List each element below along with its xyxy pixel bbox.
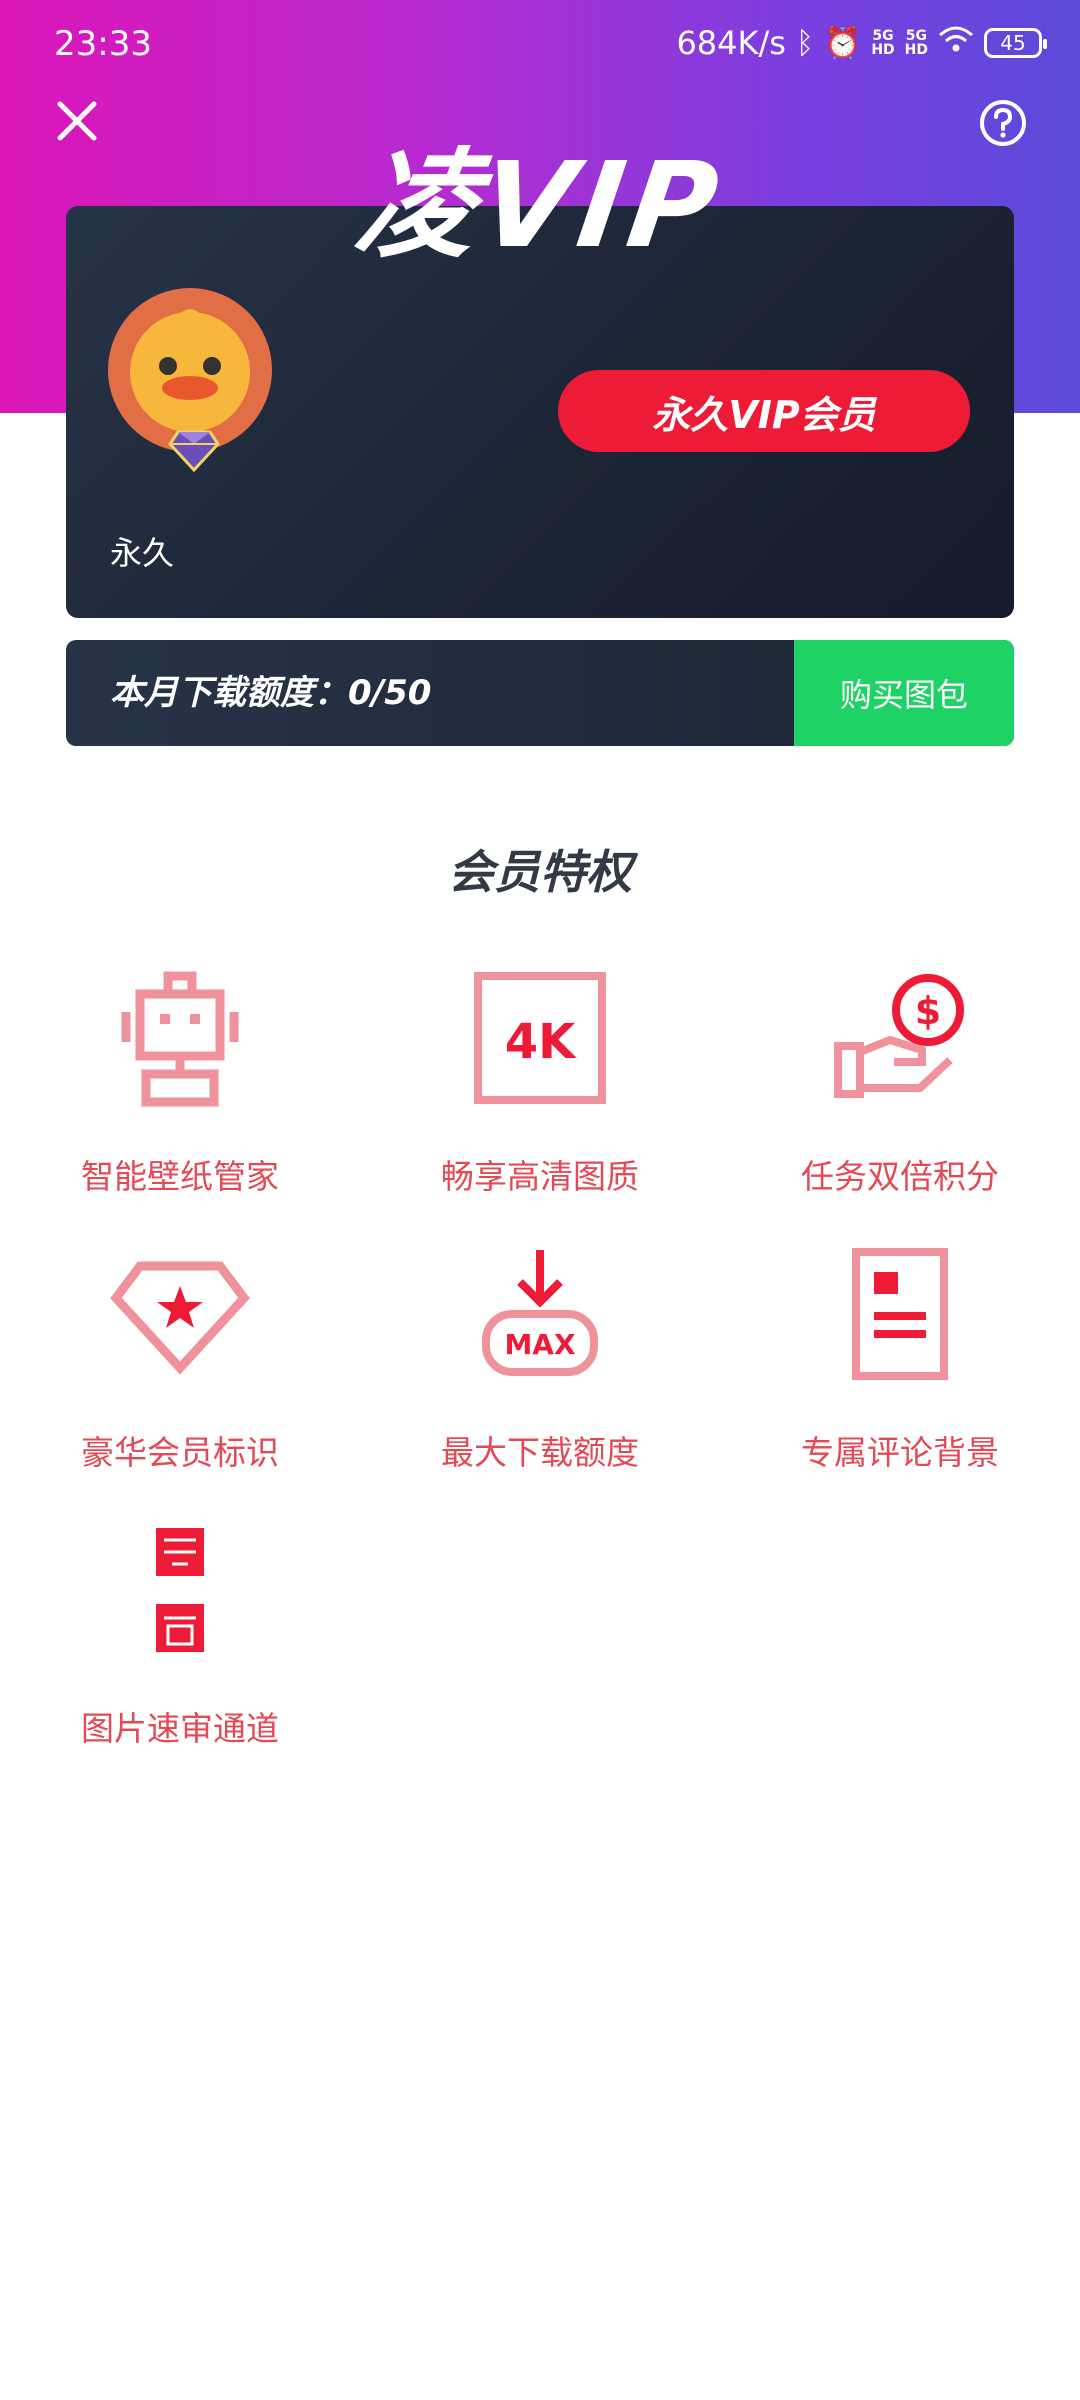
svg-text:4K: 4K: [505, 1014, 577, 1070]
network-speed: 684K/s: [676, 24, 786, 62]
max-download-icon: MAX: [482, 1250, 598, 1376]
comment-card-icon: [852, 1248, 948, 1380]
perk-double-points[interactable]: $ 任务双倍积分: [720, 970, 1080, 1220]
alarm-icon: ⏰: [823, 25, 862, 61]
close-button[interactable]: [52, 96, 102, 146]
perk-label: 最大下载额度: [441, 1433, 639, 1472]
perk-max-download[interactable]: MAX 最大下载额度: [360, 1246, 720, 1496]
diamond-star-icon: [110, 1261, 250, 1375]
perk-label: 图片速审通道: [81, 1709, 279, 1748]
bluetooth-icon: ᛒ: [795, 25, 814, 61]
robot-icon: [121, 971, 239, 1107]
signal-5g-icon-2: 5G HD: [904, 28, 928, 58]
membership-level: 永久: [110, 534, 175, 572]
4k-icon: 4K: [474, 972, 606, 1104]
vip-diamond-icon: [168, 430, 220, 472]
svg-text:MAX: MAX: [504, 1328, 576, 1361]
download-quota-bar: 本月下载额度：0/50 购买图包: [66, 640, 1014, 746]
perks-title: 会员特权: [448, 845, 632, 899]
perk-label: 任务双倍积分: [801, 1157, 999, 1196]
svg-text:$: $: [915, 989, 941, 1033]
avatar[interactable]: [108, 288, 272, 472]
status-time: 23:33: [54, 24, 152, 64]
perk-luxury-badge[interactable]: 豪华会员标识: [0, 1246, 360, 1496]
buy-pack-button[interactable]: 购买图包: [794, 640, 1014, 746]
perk-comment-background[interactable]: 专属评论背景: [720, 1246, 1080, 1496]
perk-label: 畅享高清图质: [441, 1157, 639, 1196]
battery-icon: 45: [984, 28, 1047, 58]
fast-review-icon: [156, 1528, 204, 1652]
permanent-vip-button[interactable]: 永久VIP会员: [558, 370, 970, 452]
page-title: 凌VIP: [348, 136, 732, 274]
perk-smart-wallpaper[interactable]: 智能壁纸管家: [0, 970, 360, 1220]
status-icons: 684K/s ᛒ ⏰ 5G HD 5G HD 45: [676, 24, 1047, 62]
perk-label: 专属评论背景: [801, 1433, 999, 1472]
wifi-icon: [938, 25, 974, 61]
perk-label: 豪华会员标识: [81, 1433, 279, 1472]
perk-hd-quality[interactable]: 4K 畅享高清图质: [360, 970, 720, 1220]
close-icon: [57, 101, 97, 141]
download-quota-text: 本月下载额度：0/50: [110, 673, 432, 713]
perk-fast-review[interactable]: 图片速审通道: [0, 1522, 360, 1772]
perk-label: 智能壁纸管家: [81, 1157, 279, 1196]
coin-hand-icon: $: [834, 974, 964, 1098]
signal-5g-icon: 5G HD: [871, 28, 895, 58]
status-bar: 23:33 684K/s ᛒ ⏰ 5G HD 5G HD 45: [0, 0, 1080, 90]
